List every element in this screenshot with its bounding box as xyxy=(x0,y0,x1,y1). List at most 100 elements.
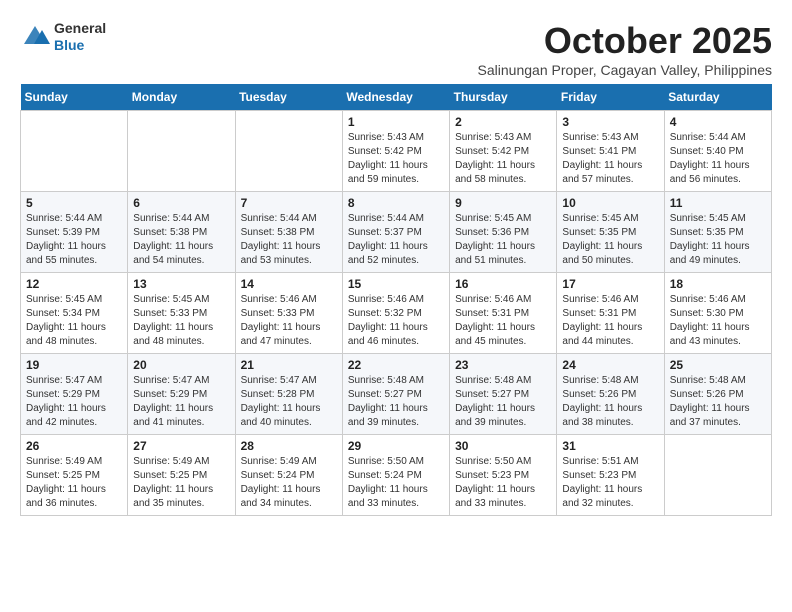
day-number: 16 xyxy=(455,277,551,291)
calendar-cell: 18 Sunrise: 5:46 AM Sunset: 5:30 PM Dayli… xyxy=(664,273,771,354)
header: General Blue October 2025 Salinungan Pro… xyxy=(20,20,772,78)
logo-blue-text: Blue xyxy=(54,37,84,53)
day-info: Sunrise: 5:48 AM Sunset: 5:26 PM Dayligh… xyxy=(562,374,658,430)
calendar-cell: 26 Sunrise: 5:49 AM Sunset: 5:25 PM Dayli… xyxy=(21,435,128,516)
day-info: Sunrise: 5:46 AM Sunset: 5:32 PM Dayligh… xyxy=(348,293,444,349)
day-number: 9 xyxy=(455,196,551,210)
day-info: Sunrise: 5:50 AM Sunset: 5:24 PM Dayligh… xyxy=(348,455,444,511)
calendar-cell xyxy=(128,111,235,192)
day-number: 6 xyxy=(133,196,229,210)
calendar-cell: 3Sunrise: 5:43 AM Sunset: 5:41 PM Daylig… xyxy=(557,111,664,192)
calendar-cell: 24 Sunrise: 5:48 AM Sunset: 5:26 PM Dayli… xyxy=(557,354,664,435)
calendar-cell: 4 Sunrise: 5:44 AM Sunset: 5:40 PM Daylig… xyxy=(664,111,771,192)
day-number: 17 xyxy=(562,277,658,291)
day-info: Sunrise: 5:44 AM Sunset: 5:39 PM Dayligh… xyxy=(26,212,122,268)
day-number: 3 xyxy=(562,115,658,129)
day-number: 1 xyxy=(348,115,444,129)
logo-general-text: General xyxy=(54,20,106,36)
calendar-cell: 12 Sunrise: 5:45 AM Sunset: 5:34 PM Dayli… xyxy=(21,273,128,354)
day-number: 10 xyxy=(562,196,658,210)
day-info: Sunrise: 5:47 AM Sunset: 5:29 PM Dayligh… xyxy=(133,374,229,430)
day-number: 28 xyxy=(241,439,337,453)
day-number: 15 xyxy=(348,277,444,291)
calendar-cell: 8 Sunrise: 5:44 AM Sunset: 5:37 PM Daylig… xyxy=(342,192,449,273)
day-info: Sunrise: 5:46 AM Sunset: 5:33 PM Dayligh… xyxy=(241,293,337,349)
calendar-cell: 15 Sunrise: 5:46 AM Sunset: 5:32 PM Dayli… xyxy=(342,273,449,354)
day-info: Sunrise: 5:44 AM Sunset: 5:40 PM Dayligh… xyxy=(670,131,766,187)
day-number: 14 xyxy=(241,277,337,291)
calendar-cell: 1Sunrise: 5:43 AM Sunset: 5:42 PM Daylig… xyxy=(342,111,449,192)
logo-icon xyxy=(20,22,50,52)
day-info: Sunrise: 5:45 AM Sunset: 5:33 PM Dayligh… xyxy=(133,293,229,349)
day-number: 2 xyxy=(455,115,551,129)
day-number: 11 xyxy=(670,196,766,210)
calendar-week-2: 5 Sunrise: 5:44 AM Sunset: 5:39 PM Daylig… xyxy=(21,192,772,273)
day-info: Sunrise: 5:47 AM Sunset: 5:28 PM Dayligh… xyxy=(241,374,337,430)
day-number: 22 xyxy=(348,358,444,372)
day-number: 20 xyxy=(133,358,229,372)
calendar-table: Sunday Monday Tuesday Wednesday Thursday… xyxy=(20,84,772,516)
day-info: Sunrise: 5:46 AM Sunset: 5:31 PM Dayligh… xyxy=(562,293,658,349)
day-info: Sunrise: 5:44 AM Sunset: 5:37 PM Dayligh… xyxy=(348,212,444,268)
day-number: 5 xyxy=(26,196,122,210)
calendar-cell xyxy=(235,111,342,192)
calendar-cell: 19Sunrise: 5:47 AM Sunset: 5:29 PM Dayli… xyxy=(21,354,128,435)
month-title: October 2025 xyxy=(478,20,772,62)
header-wednesday: Wednesday xyxy=(342,84,449,111)
day-info: Sunrise: 5:49 AM Sunset: 5:25 PM Dayligh… xyxy=(133,455,229,511)
day-number: 23 xyxy=(455,358,551,372)
header-friday: Friday xyxy=(557,84,664,111)
day-number: 30 xyxy=(455,439,551,453)
calendar-week-3: 12 Sunrise: 5:45 AM Sunset: 5:34 PM Dayli… xyxy=(21,273,772,354)
calendar-cell: 14 Sunrise: 5:46 AM Sunset: 5:33 PM Dayli… xyxy=(235,273,342,354)
day-info: Sunrise: 5:45 AM Sunset: 5:35 PM Dayligh… xyxy=(670,212,766,268)
header-thursday: Thursday xyxy=(450,84,557,111)
day-number: 18 xyxy=(670,277,766,291)
day-number: 31 xyxy=(562,439,658,453)
day-number: 19 xyxy=(26,358,122,372)
day-number: 27 xyxy=(133,439,229,453)
day-info: Sunrise: 5:45 AM Sunset: 5:36 PM Dayligh… xyxy=(455,212,551,268)
header-tuesday: Tuesday xyxy=(235,84,342,111)
calendar-cell: 22Sunrise: 5:48 AM Sunset: 5:27 PM Dayli… xyxy=(342,354,449,435)
day-number: 24 xyxy=(562,358,658,372)
day-number: 12 xyxy=(26,277,122,291)
day-info: Sunrise: 5:49 AM Sunset: 5:25 PM Dayligh… xyxy=(26,455,122,511)
calendar-cell: 21Sunrise: 5:47 AM Sunset: 5:28 PM Dayli… xyxy=(235,354,342,435)
logo: General Blue xyxy=(20,20,106,54)
location-subtitle: Salinungan Proper, Cagayan Valley, Phili… xyxy=(478,62,772,78)
day-number: 25 xyxy=(670,358,766,372)
calendar-cell xyxy=(664,435,771,516)
calendar-cell: 23 Sunrise: 5:48 AM Sunset: 5:27 PM Dayli… xyxy=(450,354,557,435)
day-number: 8 xyxy=(348,196,444,210)
header-sunday: Sunday xyxy=(21,84,128,111)
day-info: Sunrise: 5:49 AM Sunset: 5:24 PM Dayligh… xyxy=(241,455,337,511)
calendar-week-5: 26 Sunrise: 5:49 AM Sunset: 5:25 PM Dayli… xyxy=(21,435,772,516)
calendar-cell: 20 Sunrise: 5:47 AM Sunset: 5:29 PM Dayli… xyxy=(128,354,235,435)
calendar-cell: 10 Sunrise: 5:45 AM Sunset: 5:35 PM Dayli… xyxy=(557,192,664,273)
calendar-cell: 25 Sunrise: 5:48 AM Sunset: 5:26 PM Dayli… xyxy=(664,354,771,435)
calendar-cell: 31Sunrise: 5:51 AM Sunset: 5:23 PM Dayli… xyxy=(557,435,664,516)
calendar-cell: 30 Sunrise: 5:50 AM Sunset: 5:23 PM Dayli… xyxy=(450,435,557,516)
day-number: 13 xyxy=(133,277,229,291)
day-info: Sunrise: 5:44 AM Sunset: 5:38 PM Dayligh… xyxy=(241,212,337,268)
day-info: Sunrise: 5:45 AM Sunset: 5:35 PM Dayligh… xyxy=(562,212,658,268)
calendar-cell: 17 Sunrise: 5:46 AM Sunset: 5:31 PM Dayli… xyxy=(557,273,664,354)
day-number: 29 xyxy=(348,439,444,453)
day-number: 4 xyxy=(670,115,766,129)
header-saturday: Saturday xyxy=(664,84,771,111)
day-info: Sunrise: 5:48 AM Sunset: 5:27 PM Dayligh… xyxy=(455,374,551,430)
day-info: Sunrise: 5:50 AM Sunset: 5:23 PM Dayligh… xyxy=(455,455,551,511)
header-monday: Monday xyxy=(128,84,235,111)
calendar-cell: 9 Sunrise: 5:45 AM Sunset: 5:36 PM Daylig… xyxy=(450,192,557,273)
calendar-cell: 5 Sunrise: 5:44 AM Sunset: 5:39 PM Daylig… xyxy=(21,192,128,273)
calendar-cell: 6Sunrise: 5:44 AM Sunset: 5:38 PM Daylig… xyxy=(128,192,235,273)
weekday-header-row: Sunday Monday Tuesday Wednesday Thursday… xyxy=(21,84,772,111)
day-info: Sunrise: 5:46 AM Sunset: 5:30 PM Dayligh… xyxy=(670,293,766,349)
day-info: Sunrise: 5:45 AM Sunset: 5:34 PM Dayligh… xyxy=(26,293,122,349)
calendar-cell: 28 Sunrise: 5:49 AM Sunset: 5:24 PM Dayli… xyxy=(235,435,342,516)
day-number: 26 xyxy=(26,439,122,453)
day-info: Sunrise: 5:48 AM Sunset: 5:26 PM Dayligh… xyxy=(670,374,766,430)
day-info: Sunrise: 5:46 AM Sunset: 5:31 PM Dayligh… xyxy=(455,293,551,349)
calendar-cell xyxy=(21,111,128,192)
